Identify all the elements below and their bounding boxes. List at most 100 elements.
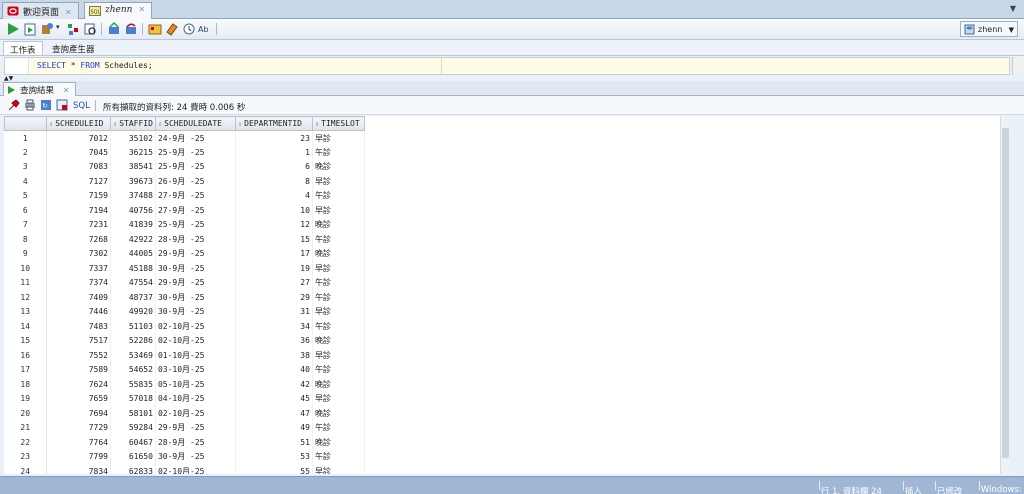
- autotrace-icon[interactable]: [40, 22, 54, 36]
- cell-scheduleid[interactable]: 7799: [46, 449, 111, 464]
- cell-staffid[interactable]: 35102: [110, 130, 156, 145]
- column-header-staffid[interactable]: ⇕ STAFFID: [110, 116, 156, 131]
- commit-icon[interactable]: [107, 22, 121, 36]
- clear-eraser-icon[interactable]: [165, 22, 179, 36]
- cell-departmentid[interactable]: 10: [235, 203, 313, 218]
- cell-departmentid[interactable]: 36: [235, 333, 313, 348]
- cell-scheduledate[interactable]: 27-9月 -25: [155, 203, 236, 218]
- cell-staffid[interactable]: 54652: [110, 362, 156, 377]
- cell-staffid[interactable]: 40756: [110, 203, 156, 218]
- cell-timeslot[interactable]: 晚診: [312, 406, 365, 421]
- cell-scheduleid[interactable]: 7231: [46, 217, 111, 232]
- close-icon[interactable]: ✕: [65, 8, 72, 17]
- cell-scheduleid[interactable]: 7337: [46, 261, 111, 276]
- table-row[interactable]: 3 7083 38541 25-9月 -25 6 晚診: [4, 159, 365, 174]
- cell-staffid[interactable]: 52286: [110, 333, 156, 348]
- cell-staffid[interactable]: 55835: [110, 377, 156, 392]
- cell-departmentid[interactable]: 29: [235, 290, 313, 305]
- cell-departmentid[interactable]: 47: [235, 406, 313, 421]
- cell-timeslot[interactable]: 早診: [312, 348, 365, 363]
- cell-staffid[interactable]: 37488: [110, 188, 156, 203]
- cell-staffid[interactable]: 59284: [110, 420, 156, 435]
- cell-timeslot[interactable]: 晚診: [312, 333, 365, 348]
- cell-scheduledate[interactable]: 27-9月 -25: [155, 188, 236, 203]
- cell-scheduledate[interactable]: 28-9月 -25: [155, 435, 236, 450]
- cell-departmentid[interactable]: 42: [235, 377, 313, 392]
- table-row[interactable]: 6 7194 40756 27-9月 -25 10 早診: [4, 203, 365, 218]
- scrollbar-thumb[interactable]: [1002, 128, 1009, 458]
- cell-scheduledate[interactable]: 03-10月-25: [155, 362, 236, 377]
- cell-departmentid[interactable]: 6: [235, 159, 313, 174]
- cell-departmentid[interactable]: 55: [235, 464, 313, 474]
- cell-scheduledate[interactable]: 28-9月 -25: [155, 232, 236, 247]
- pin-icon[interactable]: [8, 99, 20, 111]
- cell-timeslot[interactable]: 午診: [312, 232, 365, 247]
- cell-scheduledate[interactable]: 29-9月 -25: [155, 275, 236, 290]
- cell-staffid[interactable]: 57018: [110, 391, 156, 406]
- unshared-sql-icon[interactable]: [148, 22, 162, 36]
- table-row[interactable]: 2 7045 36215 25-9月 -25 1 午診: [4, 145, 365, 160]
- cell-scheduleid[interactable]: 7483: [46, 319, 111, 334]
- table-row[interactable]: 7 7231 41839 25-9月 -25 12 晚診: [4, 217, 365, 232]
- table-row[interactable]: 18 7624 55835 05-10月-25 42 晚診: [4, 377, 365, 392]
- cell-scheduleid[interactable]: 7659: [46, 391, 111, 406]
- cell-staffid[interactable]: 49920: [110, 304, 156, 319]
- sql-editor[interactable]: SELECT * FROM Schedules;: [4, 57, 1010, 75]
- cell-timeslot[interactable]: 午診: [312, 420, 365, 435]
- rollback-icon[interactable]: [124, 22, 138, 36]
- table-row[interactable]: 1 7012 35102 24-9月 -25 23 早診: [4, 130, 365, 145]
- cell-scheduleid[interactable]: 7127: [46, 174, 111, 189]
- cell-scheduledate[interactable]: 25-9月 -25: [155, 217, 236, 232]
- cell-scheduleid[interactable]: 7694: [46, 406, 111, 421]
- table-row[interactable]: 4 7127 39673 26-9月 -25 8 早診: [4, 174, 365, 189]
- table-row[interactable]: 19 7659 57018 04-10月-25 45 早診: [4, 391, 365, 406]
- cell-scheduledate[interactable]: 25-9月 -25: [155, 159, 236, 174]
- cell-departmentid[interactable]: 38: [235, 348, 313, 363]
- cell-departmentid[interactable]: 45: [235, 391, 313, 406]
- cell-scheduledate[interactable]: 26-9月 -25: [155, 174, 236, 189]
- connection-select[interactable]: zhenn ▼: [960, 21, 1018, 37]
- cell-departmentid[interactable]: 15: [235, 232, 313, 247]
- cell-departmentid[interactable]: 1: [235, 145, 313, 160]
- export-icon[interactable]: [56, 99, 68, 111]
- cell-scheduleid[interactable]: 7012: [46, 130, 111, 145]
- run-statement-icon[interactable]: [6, 22, 20, 36]
- cell-scheduleid[interactable]: 7589: [46, 362, 111, 377]
- cell-timeslot[interactable]: 午診: [312, 362, 365, 377]
- cell-timeslot[interactable]: 早診: [312, 261, 365, 276]
- cell-staffid[interactable]: 60467: [110, 435, 156, 450]
- cell-staffid[interactable]: 44005: [110, 246, 156, 261]
- cell-staffid[interactable]: 38541: [110, 159, 156, 174]
- table-row[interactable]: 5 7159 37488 27-9月 -25 4 午診: [4, 188, 365, 203]
- cell-scheduleid[interactable]: 7268: [46, 232, 111, 247]
- table-row[interactable]: 15 7517 52286 02-10月-25 36 晚診: [4, 333, 365, 348]
- column-header-scheduledate[interactable]: ⇕ SCHEDULEDATE: [154, 116, 236, 131]
- table-row[interactable]: 9 7302 44005 29-9月 -25 17 晚診: [4, 246, 365, 261]
- explain-plan-icon[interactable]: [66, 22, 80, 36]
- cell-staffid[interactable]: 58101: [110, 406, 156, 421]
- cell-timeslot[interactable]: 午診: [312, 319, 365, 334]
- table-row[interactable]: 22 7764 60467 28-9月 -25 51 晚診: [4, 435, 365, 450]
- cell-timeslot[interactable]: 早診: [312, 203, 365, 218]
- column-header-timeslot[interactable]: ⇕ TIMESLOT: [311, 116, 365, 131]
- cell-staffid[interactable]: 39673: [110, 174, 156, 189]
- cell-scheduledate[interactable]: 30-9月 -25: [155, 449, 236, 464]
- table-row[interactable]: 17 7589 54652 03-10月-25 40 午診: [4, 362, 365, 377]
- cell-departmentid[interactable]: 49: [235, 420, 313, 435]
- chevron-down-icon[interactable]: ▾: [56, 23, 60, 31]
- cell-staffid[interactable]: 42922: [110, 232, 156, 247]
- cell-timeslot[interactable]: 早診: [312, 130, 365, 145]
- tab-worksheet[interactable]: 工作表: [3, 41, 43, 56]
- table-row[interactable]: 13 7446 49920 30-9月 -25 31 早診: [4, 304, 365, 319]
- sql-link[interactable]: SQL: [73, 101, 90, 111]
- cell-staffid[interactable]: 45188: [110, 261, 156, 276]
- cell-departmentid[interactable]: 40: [235, 362, 313, 377]
- cell-timeslot[interactable]: 午診: [312, 449, 365, 464]
- sql-tuning-icon[interactable]: [83, 22, 97, 36]
- cell-departmentid[interactable]: 17: [235, 246, 313, 261]
- cell-scheduledate[interactable]: 04-10月-25: [155, 391, 236, 406]
- cell-timeslot[interactable]: 午診: [312, 145, 365, 160]
- cell-timeslot[interactable]: 早診: [312, 174, 365, 189]
- cell-scheduleid[interactable]: 7083: [46, 159, 111, 174]
- cell-scheduledate[interactable]: 25-9月 -25: [155, 145, 236, 160]
